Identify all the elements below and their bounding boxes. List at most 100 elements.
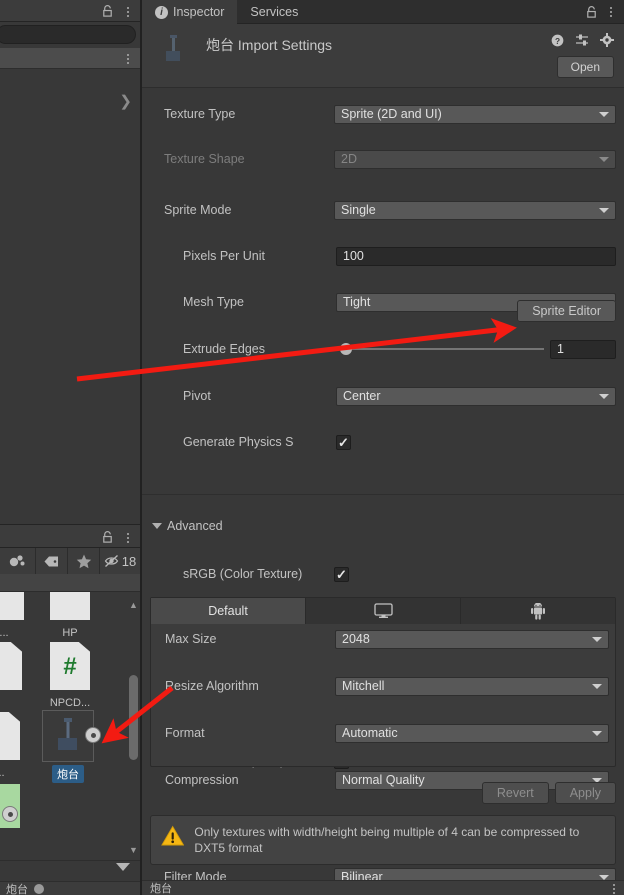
- project-grid-scrollbar[interactable]: ▲ ▼: [129, 600, 138, 855]
- chevron-down-icon: [599, 394, 609, 399]
- field-texture-type: Texture Type Sprite (2D and UI): [142, 103, 624, 125]
- field-pivot: Pivot Center: [142, 385, 624, 407]
- extrude-edges-value[interactable]: 1: [550, 339, 616, 359]
- pivot-dropdown[interactable]: Center: [336, 386, 616, 406]
- srgb-checkbox[interactable]: ✓: [334, 566, 349, 582]
- dropdown-value: Sprite (2D and UI): [341, 107, 442, 121]
- tab-platform-standalone[interactable]: [306, 598, 461, 624]
- help-icon[interactable]: ?: [551, 34, 564, 47]
- hierarchy-search-input[interactable]: [0, 25, 136, 44]
- slider-track: [332, 348, 544, 350]
- texture-shape-dropdown[interactable]: 2D: [334, 149, 616, 169]
- tab-platform-android[interactable]: [461, 598, 615, 624]
- dropdown-value: 2D: [341, 152, 357, 166]
- tab-platform-default[interactable]: Default: [151, 598, 306, 624]
- project-breadcrumb-bar: [0, 574, 140, 592]
- lock-icon[interactable]: [585, 5, 598, 19]
- section-header: Advanced: [167, 519, 223, 533]
- preset-icon[interactable]: [575, 34, 589, 47]
- asset-item[interactable]: # NPCD...: [38, 640, 102, 709]
- tab-services[interactable]: Services: [237, 0, 311, 24]
- asset-item[interactable]: [0, 640, 34, 694]
- asset-item[interactable]: ...: [0, 710, 32, 779]
- generate-physics-shape-checkbox[interactable]: ✓: [336, 434, 351, 450]
- hidden-count-label: 18: [121, 553, 137, 569]
- svg-text:?: ?: [555, 35, 560, 45]
- chevron-down-icon: [152, 523, 162, 529]
- gear-icon[interactable]: [600, 33, 614, 47]
- field-label: Texture Shape: [164, 152, 245, 166]
- open-button[interactable]: Open: [556, 56, 614, 78]
- unity-editor-window: ❯ 18 HP ... # NPCD... 炮台 . ▲ ▼ 炮台 i Insp…: [0, 0, 624, 895]
- field-generate-physics-shape: Generate Physics Sh ✓: [142, 431, 624, 453]
- field-label: Sprite Mode: [164, 203, 232, 217]
- pixels-per-unit-input[interactable]: 100: [336, 246, 616, 266]
- dropdown-value: Automatic: [342, 726, 398, 740]
- project-zoom-bar: 炮台: [0, 860, 140, 895]
- sub-asset-badge-icon[interactable]: [2, 806, 18, 822]
- filter-favorites-icon[interactable]: [68, 548, 100, 574]
- asset-item[interactable]: ...: [0, 592, 36, 639]
- advanced-foldout[interactable]: Advanced: [142, 515, 624, 537]
- status-dot-icon: [34, 884, 44, 894]
- hidden-packages-toggle[interactable]: 18: [100, 548, 140, 574]
- lock-icon[interactable]: [101, 4, 114, 18]
- hierarchy-tree[interactable]: ❯: [0, 69, 140, 520]
- panel-topbar: [0, 0, 140, 22]
- revert-button[interactable]: Revert: [481, 782, 549, 804]
- status-menu-icon[interactable]: [610, 882, 618, 895]
- scroll-down-arrow[interactable]: ▼: [129, 845, 138, 855]
- warning-icon: [161, 825, 185, 846]
- chevron-down-icon[interactable]: [116, 863, 130, 871]
- input-value: 100: [343, 249, 364, 263]
- field-sprite-mode: Sprite Mode Single: [142, 199, 624, 221]
- asset-item-selected[interactable]: 炮台: [36, 710, 101, 786]
- filter-by-label-icon[interactable]: [36, 548, 68, 574]
- chevron-right-icon[interactable]: ❯: [119, 94, 132, 109]
- dropdown-value: Mitchell: [342, 679, 385, 693]
- asset-item[interactable]: H HP: [38, 592, 102, 639]
- project-panel-topbar: [0, 524, 140, 548]
- asset-item[interactable]: [0, 780, 30, 836]
- project-menu-icon[interactable]: [124, 531, 132, 544]
- inspector-content: Texture Type Sprite (2D and UI) Texture …: [142, 89, 624, 895]
- asset-thumbnail: [0, 592, 30, 624]
- scroll-up-arrow[interactable]: ▲: [129, 600, 138, 610]
- extrude-edges-slider[interactable]: 1: [332, 339, 616, 359]
- toolbar-menu-icon[interactable]: [124, 52, 132, 65]
- apply-button[interactable]: Apply: [554, 782, 616, 804]
- project-panel: ❯ 18 HP ... # NPCD... 炮台 . ▲ ▼ 炮台: [0, 0, 140, 895]
- field-label: Texture Type: [164, 107, 236, 121]
- sprite-mode-dropdown[interactable]: Single: [334, 200, 616, 220]
- tab-inspector[interactable]: i Inspector: [142, 0, 238, 24]
- chevron-down-icon: [599, 208, 609, 213]
- panel-menu-icon[interactable]: [124, 5, 132, 18]
- asset-label: NPCD...: [49, 697, 91, 709]
- slider-track-area[interactable]: [332, 340, 544, 359]
- texture-type-dropdown[interactable]: Sprite (2D and UI): [334, 104, 616, 124]
- check-icon: ✓: [336, 566, 347, 582]
- slider-handle[interactable]: [340, 343, 353, 355]
- info-icon: i: [155, 5, 168, 19]
- project-lock-icon[interactable]: [101, 530, 114, 544]
- max-size-dropdown[interactable]: 2048: [335, 629, 609, 649]
- scrollbar-thumb[interactable]: [129, 675, 138, 760]
- sub-asset-badge-icon[interactable]: [85, 727, 101, 743]
- filter-by-type-icon[interactable]: [0, 548, 36, 574]
- check-icon: ✓: [338, 434, 349, 450]
- field-label: Mesh Type: [183, 295, 244, 309]
- asset-thumbnail: [0, 712, 26, 764]
- dropdown-value: Tight: [343, 295, 371, 309]
- standalone-monitor-icon: [373, 603, 393, 618]
- field-extrude-edges: Extrude Edges 1: [142, 338, 624, 360]
- project-asset-grid[interactable]: H HP ... # NPCD...: [0, 592, 140, 860]
- resize-algorithm-dropdown[interactable]: Mitchell: [335, 676, 609, 696]
- platform-tabs: Default: [151, 598, 615, 624]
- sprite-editor-button[interactable]: Sprite Editor: [517, 300, 616, 322]
- input-value: 1: [557, 342, 564, 356]
- platform-settings-box: Default Max Size 2048 Resize Algorithm M…: [150, 597, 616, 835]
- inspector-menu-icon[interactable]: [607, 6, 615, 19]
- format-dropdown[interactable]: Automatic: [335, 723, 609, 743]
- button-label: Sprite Editor: [517, 300, 616, 322]
- project-filter-bar: 18: [0, 548, 140, 574]
